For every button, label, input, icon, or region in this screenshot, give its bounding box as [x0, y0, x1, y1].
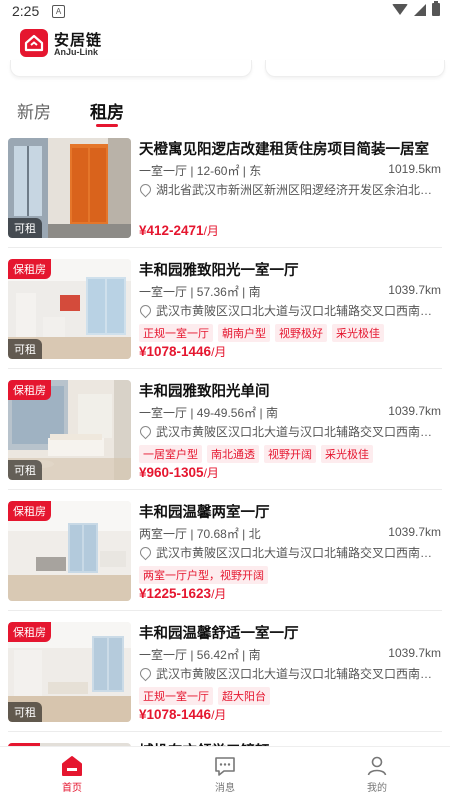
listing-price: ¥1078-1446/月: [139, 707, 227, 722]
listing-card[interactable]: 保租房 可租 丰和园雅致阳光单间 一室一厅 | 49-49.56㎡ | 南 10…: [0, 378, 450, 490]
listing-address: 武汉市黄陂区汉口北大道与汉口北辅路交叉口西南…: [139, 665, 441, 682]
listing-address: 武汉市黄陂区汉口北大道与汉口北辅路交叉口西南…: [139, 544, 441, 561]
message-icon: [215, 757, 235, 776]
nav-home-label: 首页: [62, 783, 82, 794]
listing-address: 湖北省武汉市新洲区新洲区阳逻经济开发区余泊北…: [139, 181, 441, 198]
location-pin-icon: [139, 302, 154, 319]
listing-tags: 两室一厅户型，视野开阔: [139, 566, 268, 584]
listing-distance: 1039.7km: [388, 404, 441, 418]
nav-profile-label: 我的: [367, 783, 387, 794]
listing-price: ¥1078-1446/月: [139, 344, 227, 359]
cellular-icon: [414, 3, 426, 16]
listing-spec: 一室一厅 | 56.42㎡ | 南: [139, 648, 261, 662]
profile-icon: [367, 756, 387, 776]
rental-type-badge: 保租房: [8, 380, 51, 400]
listing-photo: 可租: [8, 138, 131, 238]
listing-address: 武汉市黄陂区汉口北大道与汉口北辅路交叉口西南…: [139, 423, 441, 440]
availability-badge: 可租: [8, 702, 42, 722]
top-card-left[interactable]: [10, 60, 252, 77]
availability-badge: 可租: [8, 218, 42, 238]
scrolled-cards: [0, 60, 450, 80]
listing-title: 天橙寓见阳逻店改建租赁住房项目简装一居室: [139, 142, 429, 158]
listing-title: 丰和园温馨两室一厅: [139, 505, 270, 521]
listing-tag: 朝南户型: [218, 324, 270, 342]
listing-price: ¥960-1305/月: [139, 465, 219, 480]
app-header: 安居链 AnJu-Link: [0, 24, 450, 64]
top-card-right[interactable]: [265, 60, 445, 77]
listing-tag: 两室一厅户型，视野开阔: [139, 566, 268, 584]
divider: [8, 731, 442, 732]
divider: [8, 368, 442, 369]
listing-tags: 正规一室一厅 朝南户型 视野极好 采光极佳: [139, 324, 384, 342]
listing-photo: 保租房: [8, 501, 131, 601]
listing-tags: 正规一室一厅 超大阳台: [139, 687, 270, 705]
tab-new-house[interactable]: 新房: [17, 98, 51, 123]
nav-messages[interactable]: 消息: [185, 755, 265, 794]
listing-spec: 两室一厅 | 70.68㎡ | 北: [139, 527, 261, 541]
nav-profile[interactable]: 我的: [337, 755, 417, 794]
listing-card[interactable]: 保租房 丰和园温馨两室一厅 两室一厅 | 70.68㎡ | 北 1039.7km…: [0, 499, 450, 611]
listing-photo: 保租房 可租: [8, 622, 131, 722]
listing-tag: 采光极佳: [332, 324, 384, 342]
home-icon: [62, 756, 82, 776]
listing-photo: 保租房 可租: [8, 380, 131, 480]
app-logo-icon: [20, 29, 48, 57]
location-pin-icon: [139, 423, 154, 440]
nav-messages-label: 消息: [215, 783, 235, 794]
listing-tag: 南北通透: [207, 445, 259, 463]
listing-distance: 1039.7km: [388, 525, 441, 539]
nav-home[interactable]: 首页: [32, 755, 112, 794]
divider: [8, 610, 442, 611]
listing-card[interactable]: 保租房 可租 丰和园雅致阳光一室一厅 一室一厅 | 57.36㎡ | 南 103…: [0, 257, 450, 369]
location-pin-icon: [139, 544, 154, 561]
bottom-navigation: 首页 消息 我的: [0, 746, 450, 801]
listing-distance: 1039.7km: [388, 283, 441, 297]
notification-icon: A: [52, 5, 65, 18]
divider: [8, 247, 442, 248]
listing-tag: 一居室户型: [139, 445, 202, 463]
listing-card[interactable]: 保租房 可租 丰和园温馨舒适一室一厅 一室一厅 | 56.42㎡ | 南 103…: [0, 620, 450, 732]
system-icons: [392, 1, 440, 16]
listing-tag: 正规一室一厅: [139, 324, 213, 342]
tab-rent[interactable]: 租房: [90, 98, 124, 123]
listing-title: 丰和园温馨舒适一室一厅: [139, 626, 299, 642]
availability-badge: 可租: [8, 460, 42, 480]
rental-type-badge: 保租房: [8, 501, 51, 521]
listing-tag: 视野开阔: [264, 445, 316, 463]
listing-spec: 一室一厅 | 12-60㎡ | 东: [139, 164, 262, 178]
availability-badge: 可租: [8, 339, 42, 359]
listing-tag: 采光极佳: [321, 445, 373, 463]
rental-type-badge: 保租房: [8, 622, 51, 642]
listing-distance: 1019.5km: [388, 162, 441, 176]
status-time: 2:25: [12, 3, 40, 19]
location-pin-icon: [139, 665, 154, 682]
listing-tag: 视野极好: [275, 324, 327, 342]
listing-price: ¥412-2471/月: [139, 223, 219, 238]
listing-distance: 1039.7km: [388, 646, 441, 660]
status-bar: 2:25 A: [0, 0, 450, 24]
listing-spec: 一室一厅 | 49-49.56㎡ | 南: [139, 406, 278, 420]
listing-address: 武汉市黄陂区汉口北大道与汉口北辅路交叉口西南…: [139, 302, 441, 319]
listing-tag: 正规一室一厅: [139, 687, 213, 705]
listing-title: 丰和园雅致阳光单间: [139, 384, 270, 400]
app-name-en: AnJu-Link: [54, 47, 98, 57]
listing-card[interactable]: 可租 天橙寓见阳逻店改建租赁住房项目简装一居室 一室一厅 | 12-60㎡ | …: [0, 136, 450, 248]
battery-icon: [432, 1, 440, 16]
listing-tag: 超大阳台: [218, 687, 270, 705]
wifi-icon: [392, 4, 408, 15]
location-pin-icon: [139, 181, 154, 198]
active-tab-indicator: [96, 124, 118, 127]
category-tabs: 新房 租房: [0, 92, 450, 132]
listing-tags: 一居室户型 南北通透 视野开阔 采光极佳: [139, 445, 373, 463]
rental-type-badge: 保租房: [8, 259, 51, 279]
listing-title: 丰和园雅致阳光一室一厅: [139, 263, 299, 279]
divider: [8, 489, 442, 490]
listing-spec: 一室一厅 | 57.36㎡ | 南: [139, 285, 261, 299]
listing-photo: 保租房 可租: [8, 259, 131, 359]
listing-price: ¥1225-1623/月: [139, 586, 227, 601]
